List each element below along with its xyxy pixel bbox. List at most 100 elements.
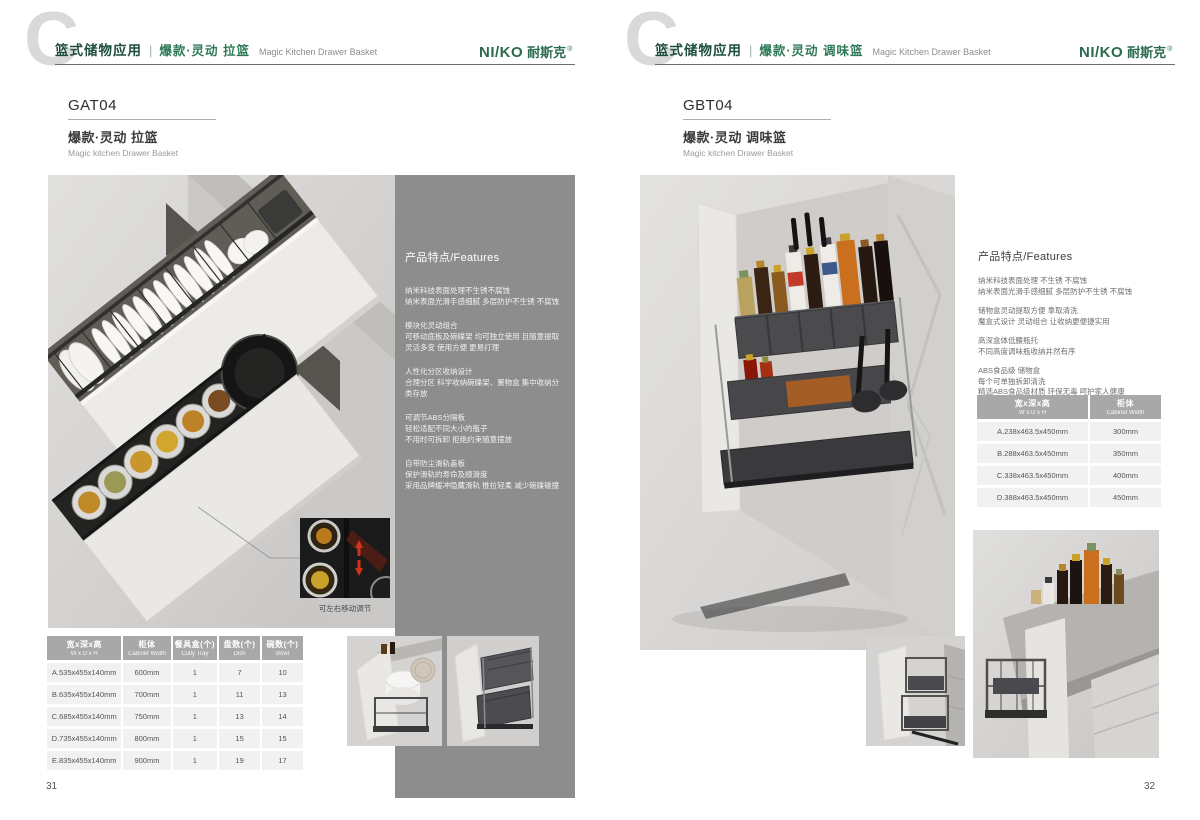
spec-cell: 1 <box>173 663 218 682</box>
feature-line: 灵活多变 使用方便 更易打理 <box>405 342 563 353</box>
features-list: 纳米科技表面处理不生锈不腐蚀纳米表面光滑手感细腻 多层防护不生锈 不腐蚀模块化灵… <box>405 285 563 491</box>
feature-line: 纳米科技表面处理不生锈不腐蚀 <box>405 285 563 296</box>
spec-cell: B.288x463.5x450mm <box>977 444 1088 463</box>
spec-cell: 750mm <box>123 707 170 726</box>
registered-mark: ® <box>567 46 572 53</box>
features-list: 纳米科技表面处理 不生锈 不腐蚀纳米表面光滑手感细腻 多层防护不生锈 不腐蚀储物… <box>978 276 1162 398</box>
features-heading: 产品特点/Features <box>978 248 1162 264</box>
feature-line: 储物盒灵动提取方便 拿取清洗 <box>978 306 1162 317</box>
spec-col-header: 宽x深x高W x D x H <box>977 395 1088 419</box>
spec-row: A.238x463.5x450mm300mm <box>977 422 1161 441</box>
spec-table: 宽x深x高W x D x H柜体Cabinet WidthA.238x463.5… <box>975 392 1163 510</box>
feature-group: 储物盒灵动提取方便 拿取清洗魔盒式设计 灵动组合 让收纳更便捷实用 <box>978 306 1162 327</box>
brand-logo-left: NI/KO 耐斯克 ® <box>479 42 572 61</box>
page-header-left: 篮式储物应用 | 爆款·灵动 拉篮 Magic Kitchen Drawer B… <box>55 39 377 59</box>
spec-cell: 1 <box>173 751 218 770</box>
spec-cell: 7 <box>219 663 260 682</box>
feature-line: 合理分区 科学收纳碗碟架、置物盒 集中收纳分类存放 <box>405 377 563 399</box>
feature-line: 采用品牌缓冲隐藏滑轨 推拉轻柔 减少碗碟碰撞 <box>405 480 563 491</box>
brand-logo-right: NI/KO 耐斯克 ® <box>1079 42 1172 61</box>
feature-group: 自带防尘滑轨盖板保护滑轨的寿命及顺滑度采用品牌缓冲隐藏滑轨 推拉轻柔 减少碗碟碰… <box>405 458 563 491</box>
spec-cell: D.735x455x140mm <box>47 729 121 748</box>
feature-line: 保护滑轨的寿命及顺滑度 <box>405 469 563 480</box>
product-name-cn: 爆款·灵动 调味篮 <box>683 127 831 146</box>
feature-group: 模块化灵动组合可移动底板及碗碟架 均可独立使用 且随意提取灵活多变 使用方便 更… <box>405 320 563 353</box>
header-subtitle-en-right: Magic Kitchen Drawer Basket <box>873 47 991 57</box>
main-photo-spice-basket <box>640 175 955 650</box>
spec-row: B.288x463.5x450mm350mm <box>977 444 1161 463</box>
brand-logo-cn: 耐斯克 <box>527 42 566 61</box>
spec-table-left: 宽x深x高W x D x H柜体Cabinet Width餐具盒(个)Cutly… <box>45 633 305 773</box>
spec-cell: 1 <box>173 729 218 748</box>
spice-basket-illustration <box>640 175 955 650</box>
spec-cell: 700mm <box>123 685 170 704</box>
spec-cell: 450mm <box>1090 488 1161 507</box>
feature-group: 人性化分区收纳设计合理分区 科学收纳碗碟架、置物盒 集中收纳分类存放 <box>405 366 563 399</box>
spec-row: B.635x455x140mm700mm11113 <box>47 685 303 704</box>
feature-line: ABS食品级 储物盒 <box>978 366 1162 377</box>
spec-cell: 13 <box>219 707 260 726</box>
feature-line: 模块化灵动组合 <box>405 320 563 331</box>
spec-row: C.338x463.5x450mm400mm <box>977 466 1161 485</box>
spec-row: D.388x463.5x450mm450mm <box>977 488 1161 507</box>
feature-line: 高深盒体低腰瓶托 <box>978 336 1162 347</box>
spec-table-right: 宽x深x高W x D x H柜体Cabinet WidthA.238x463.5… <box>975 392 1163 510</box>
spec-cell: A.238x463.5x450mm <box>977 422 1088 441</box>
header-divider-right: | <box>749 43 752 58</box>
spec-cell: B.635x455x140mm <box>47 685 121 704</box>
cabinet-marble-panel <box>888 175 955 650</box>
spec-cell: 10 <box>262 663 303 682</box>
feature-line: 不同高度调味瓶收纳井然有序 <box>978 347 1162 358</box>
features-right: 产品特点/Features 纳米科技表面处理 不生锈 不腐蚀纳米表面光滑手感细腻… <box>978 248 1162 407</box>
header-divider-left: | <box>149 43 152 58</box>
header-rule-left <box>55 64 575 65</box>
thumb-photo-3 <box>866 636 965 746</box>
feature-line: 人性化分区收纳设计 <box>405 366 563 377</box>
header-series-left: 爆款·灵动 拉篮 <box>159 40 250 59</box>
spec-cell: 350mm <box>1090 444 1161 463</box>
spec-cell: 300mm <box>1090 422 1161 441</box>
page-header-right: 篮式储物应用 | 爆款·灵动 调味篮 Magic Kitchen Drawer … <box>655 39 991 59</box>
spec-cell: 11 <box>219 685 260 704</box>
feature-line: 不用时可拆卸 拒绝约束随意摆放 <box>405 434 563 445</box>
title-underline <box>68 119 216 120</box>
feature-line: 魔盒式设计 灵动组合 让收纳更便捷实用 <box>978 317 1162 328</box>
spec-cell: 17 <box>262 751 303 770</box>
header-rule-right <box>655 64 1175 65</box>
product-code: GBT04 <box>683 97 831 114</box>
feature-line: 纳米表面光滑手感细腻 多层防护不生锈 不腐蚀 <box>978 287 1162 298</box>
page-number-right: 32 <box>1144 781 1155 792</box>
feature-line: 纳米表面光滑手感细腻 多层防护不生锈 不腐蚀 <box>405 296 563 307</box>
title-underline <box>683 119 831 120</box>
spec-cell: 15 <box>219 729 260 748</box>
feature-line: 纳米科技表面处理 不生锈 不腐蚀 <box>978 276 1162 287</box>
spec-cell: 14 <box>262 707 303 726</box>
spec-row: A.535x455x140mm600mm1710 <box>47 663 303 682</box>
brand-logo-cn: 耐斯克 <box>1127 42 1166 61</box>
features-heading: 产品特点/Features <box>405 249 563 265</box>
feature-line: 轻松适配不同大小的瓶子 <box>405 423 563 434</box>
spec-cell: 15 <box>262 729 303 748</box>
registered-mark: ® <box>1167 46 1172 53</box>
header-series-right: 爆款·灵动 调味篮 <box>759 40 863 59</box>
brand-logo-mark: NI/KO <box>1079 44 1123 61</box>
inset-detail-photo <box>300 518 390 598</box>
spec-col-header: 盘数(个)Dish <box>219 636 260 660</box>
feature-group: 纳米科技表面处理 不生锈 不腐蚀纳米表面光滑手感细腻 多层防护不生锈 不腐蚀 <box>978 276 1162 297</box>
inset-illustration <box>300 518 390 598</box>
spec-cell: 400mm <box>1090 466 1161 485</box>
features-left: 产品特点/Features 纳米科技表面处理不生锈不腐蚀纳米表面光滑手感细腻 多… <box>405 249 563 504</box>
product-code: GAT04 <box>68 97 216 114</box>
spec-col-header: 宽x深x高W x D x H <box>47 636 121 660</box>
spec-cell: 800mm <box>123 729 170 748</box>
product-name-en: Magic kitchen Drawer Basket <box>683 148 831 158</box>
spec-cell: 900mm <box>123 751 170 770</box>
spec-row: D.735x455x140mm800mm11515 <box>47 729 303 748</box>
thumb-photo-2 <box>447 636 539 746</box>
product-title-right: GBT04 爆款·灵动 调味篮 Magic kitchen Drawer Bas… <box>683 97 831 158</box>
header-category-left: 篮式储物应用 <box>55 39 142 59</box>
spec-col-header: 柜体Cabinet Width <box>1090 395 1161 419</box>
spec-row: C.685x455x140mm750mm11314 <box>47 707 303 726</box>
spec-cell: 19 <box>219 751 260 770</box>
spec-col-header: 碗数(个)Bowl <box>262 636 303 660</box>
